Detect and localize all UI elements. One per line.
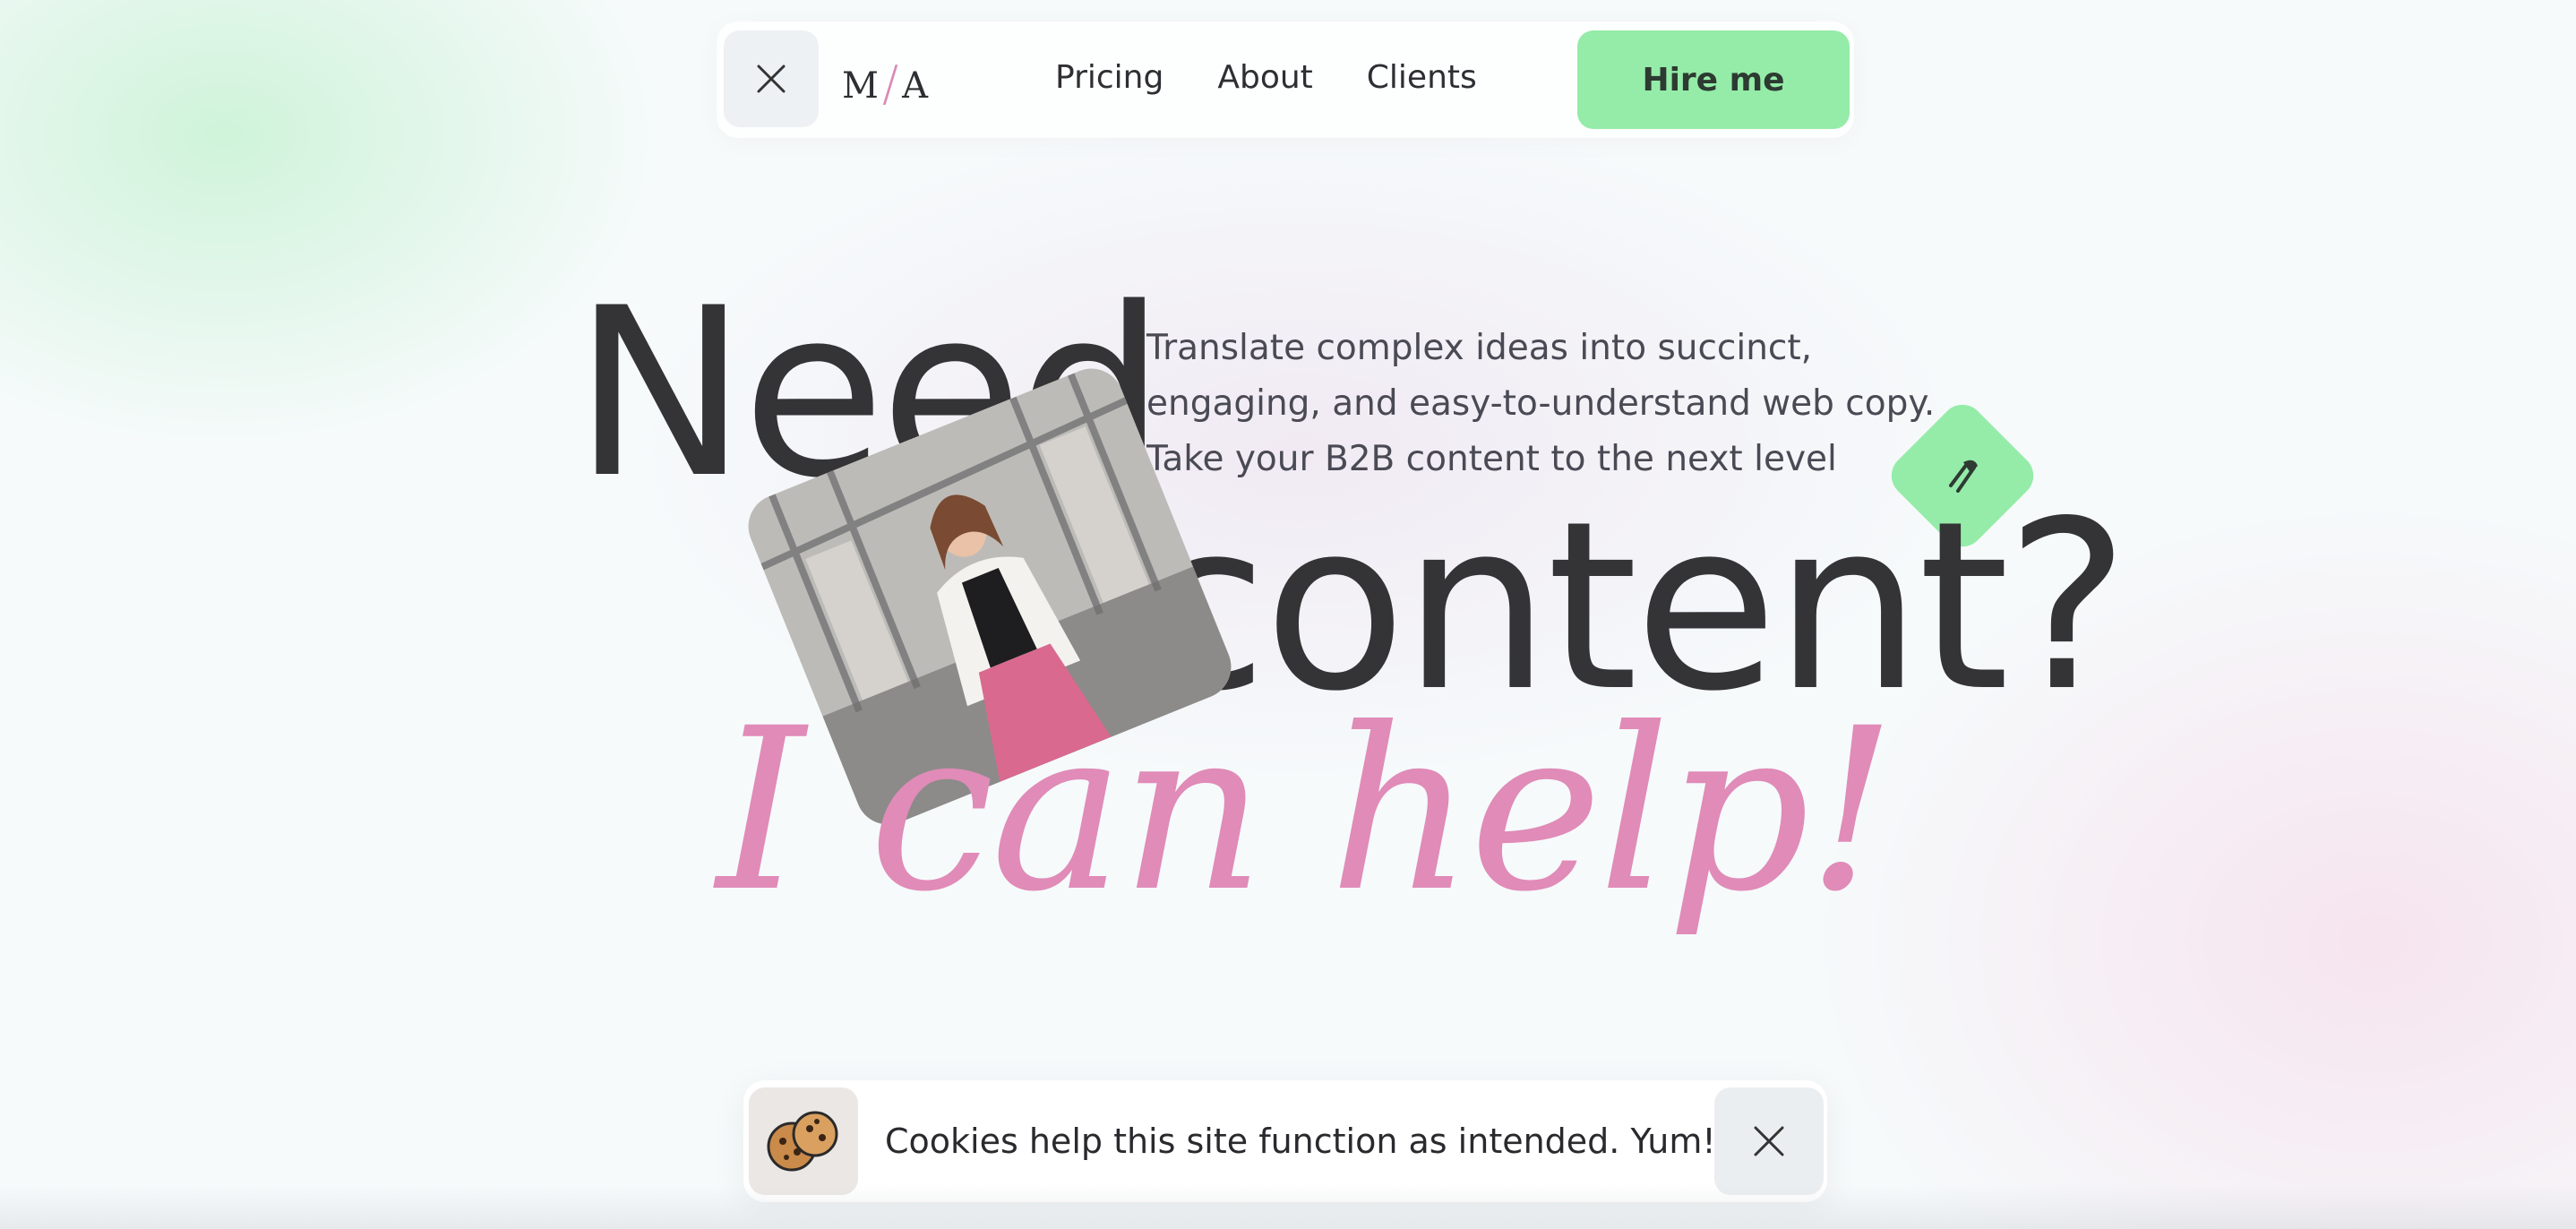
- cookie-icon: [767, 1111, 838, 1172]
- site-logo[interactable]: M / A: [842, 56, 929, 114]
- hire-me-button[interactable]: Hire me: [1577, 30, 1850, 129]
- close-icon: [1754, 1126, 1784, 1156]
- nav-link-clients[interactable]: Clients: [1367, 59, 1477, 96]
- menu-close-button[interactable]: [724, 30, 819, 127]
- cookie-icon-box: [749, 1087, 858, 1195]
- bottom-fade: [0, 1184, 2576, 1229]
- cookie-dismiss-button[interactable]: [1714, 1087, 1824, 1195]
- logo-letter-m: M: [842, 64, 879, 107]
- logo-letter-a: A: [902, 64, 929, 107]
- cookie-message: Cookies help this site function as inten…: [885, 1122, 1716, 1161]
- logo-slash: /: [881, 56, 899, 112]
- top-nav: M / A Pricing About Clients Hire me: [717, 21, 1854, 138]
- hero-tagline: Translate complex ideas into succinct, e…: [1146, 328, 1936, 479]
- nav-link-pricing[interactable]: Pricing: [1055, 59, 1163, 96]
- close-icon: [757, 64, 786, 93]
- nav-link-about[interactable]: About: [1217, 59, 1312, 96]
- headline-i-can-help: I can help!: [717, 680, 1896, 941]
- nav-links: Pricing About Clients: [1055, 59, 1477, 96]
